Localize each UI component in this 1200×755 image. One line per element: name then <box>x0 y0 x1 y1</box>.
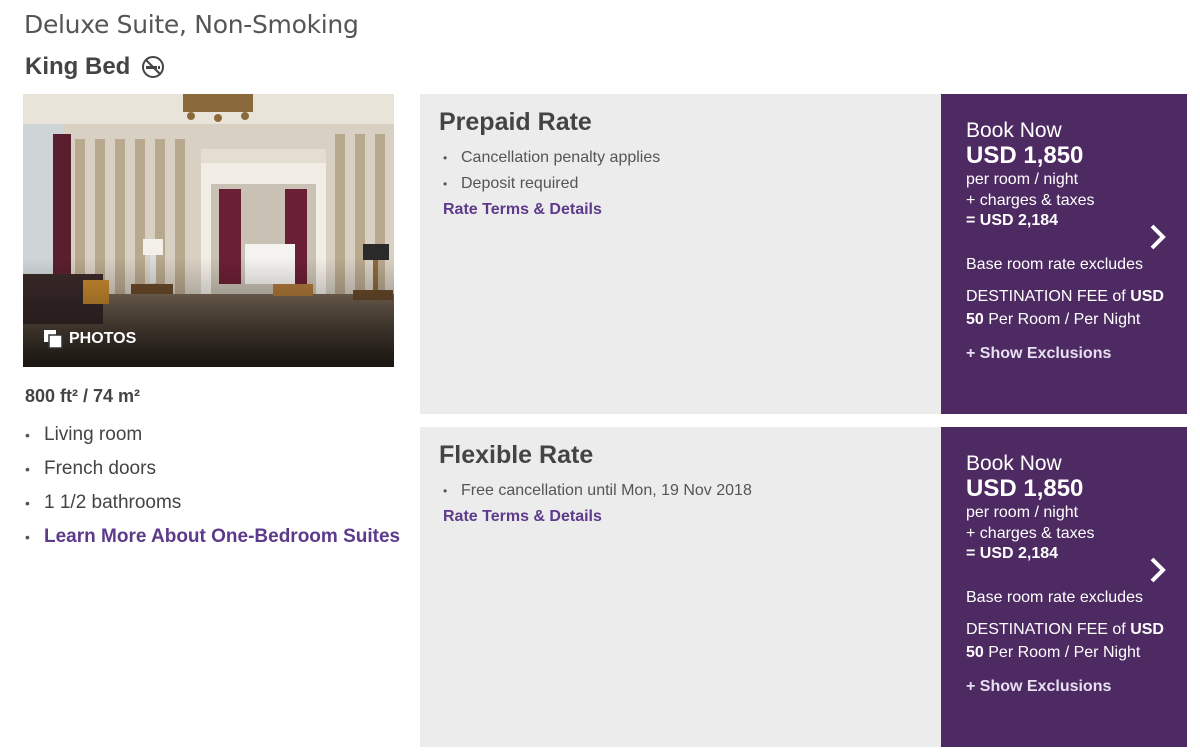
base-excludes: Base room rate excludes <box>966 256 1143 273</box>
photos-label: PHOTOS <box>69 330 137 347</box>
room-features: • Living room • French doors • 1 1/2 bathro… <box>25 418 400 554</box>
book-price: USD 1,850 <box>966 142 1084 169</box>
rate-bullet: Deposit required <box>461 175 579 192</box>
list-item: • Deposit required <box>443 175 579 192</box>
fee-prefix: DESTINATION FEE of <box>966 288 1126 305</box>
list-item: • Cancellation penalty applies <box>443 149 661 166</box>
book-now-label: Book Now <box>966 452 1062 475</box>
rate-card-flexible: Flexible Rate • Free cancellation until M… <box>420 427 1187 747</box>
base-excludes: Base room rate excludes <box>966 589 1143 606</box>
destination-fee: DESTINATION FEE of USD 50 Per Room / Per… <box>966 285 1166 331</box>
charges-note: + charges & taxes <box>966 192 1095 209</box>
bed-line: King Bed <box>25 53 165 81</box>
chevron-right-icon <box>1150 557 1166 583</box>
room-title: Deluxe Suite, Non-Smoking <box>24 10 359 39</box>
rate-bullet: Free cancellation until Mon, 19 Nov 2018 <box>461 482 752 499</box>
price-unit: per room / night <box>966 504 1079 521</box>
learn-more-label[interactable]: Learn More About One-Bedroom Suites <box>44 526 400 548</box>
list-item: • French doors <box>25 458 156 479</box>
bed-type: King Bed <box>25 53 131 80</box>
photos-icon <box>43 329 63 349</box>
fee-suffix: Per Room / Per Night <box>988 644 1141 661</box>
show-exclusions-link[interactable]: + Show Exclusions <box>966 345 1187 363</box>
rate-terms-link[interactable]: Rate Terms & Details <box>443 508 602 526</box>
price-unit: per room / night <box>966 171 1079 188</box>
feature-label: Living room <box>44 424 143 445</box>
book-now-label: Book Now <box>966 119 1062 142</box>
feature-label: French doors <box>44 458 156 479</box>
fee-prefix: DESTINATION FEE of <box>966 621 1126 638</box>
rate-name: Prepaid Rate <box>439 108 592 136</box>
list-item: • Living room <box>25 424 143 445</box>
rate-terms-link[interactable]: Rate Terms & Details <box>443 201 602 219</box>
destination-fee: DESTINATION FEE of USD 50 Per Room / Per… <box>966 618 1166 664</box>
show-exclusions-link[interactable]: + Show Exclusions <box>966 678 1187 696</box>
rate-bullet: Cancellation penalty applies <box>461 149 661 166</box>
book-now-button[interactable]: Book Now USD 1,850 per room / night + ch… <box>941 427 1187 747</box>
fee-suffix: Per Room / Per Night <box>988 311 1141 328</box>
rate-card-prepaid: Prepaid Rate • Cancellation penalty appli… <box>420 94 1187 414</box>
list-item: • Free cancellation until Mon, 19 Nov 201… <box>443 482 752 499</box>
feature-label: 1 1/2 bathrooms <box>44 492 182 513</box>
rate-name: Flexible Rate <box>439 441 594 469</box>
learn-more-link[interactable]: • Learn More About One-Bedroom Suites <box>25 520 400 554</box>
book-now-button[interactable]: Book Now USD 1,850 per room / night + ch… <box>941 94 1187 414</box>
charges-note: + charges & taxes <box>966 525 1095 542</box>
chevron-right-icon <box>1150 224 1166 250</box>
room-photo[interactable]: PHOTOS <box>23 94 394 367</box>
no-smoking-icon <box>141 55 165 79</box>
room-size: 800 ft² / 74 m² <box>25 386 141 406</box>
list-item: • 1 1/2 bathrooms <box>25 492 182 513</box>
photos-button[interactable]: PHOTOS <box>43 329 136 349</box>
book-price: USD 1,850 <box>966 475 1084 502</box>
